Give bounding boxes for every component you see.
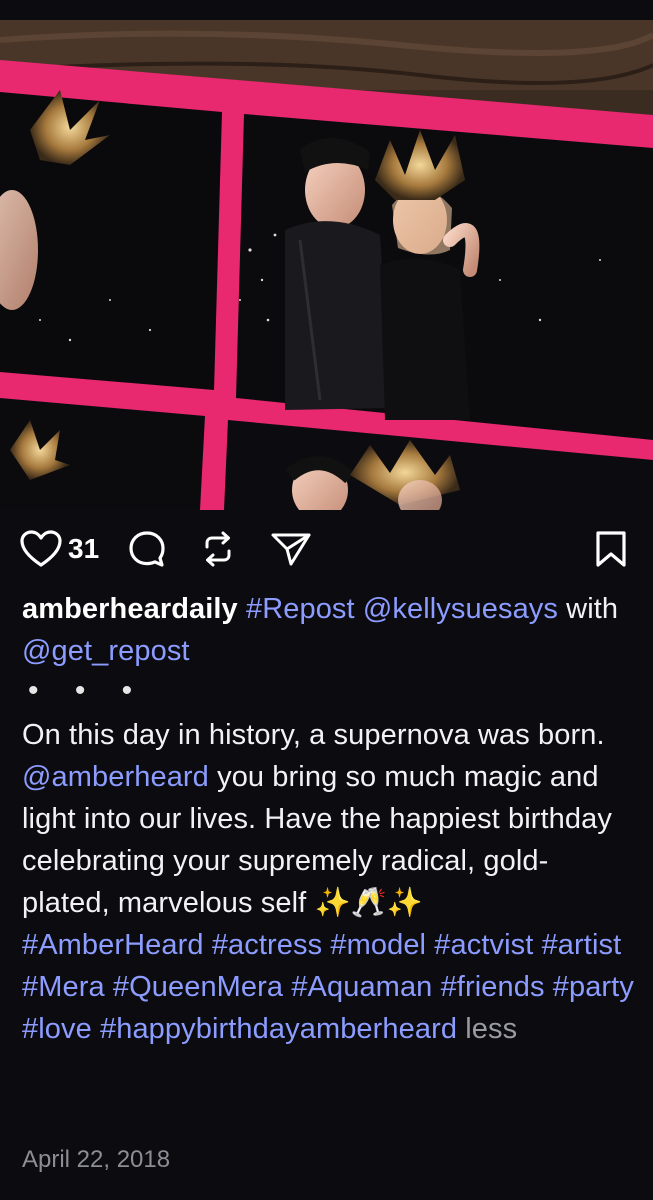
hashtag-link[interactable]: #artist xyxy=(542,929,622,961)
post-date: April 22, 2018 xyxy=(22,1146,171,1173)
status-bar-strip xyxy=(0,0,653,20)
hashtag-link[interactable]: #actvist xyxy=(434,929,533,961)
share-button[interactable] xyxy=(270,522,312,576)
photobooth-strip-illustration xyxy=(0,20,653,510)
heart-icon xyxy=(20,530,62,567)
hashtag-link[interactable]: #QueenMera xyxy=(113,971,283,1003)
comment-button[interactable] xyxy=(128,522,166,576)
hashtag-link[interactable]: #party xyxy=(553,971,634,1003)
hashtag-repost[interactable]: #Repost xyxy=(246,593,355,625)
save-button[interactable] xyxy=(594,522,628,576)
repost-arrows-icon xyxy=(205,531,231,567)
hashtag-link[interactable]: #happybirthdayamberheard xyxy=(100,1013,457,1045)
like-button[interactable]: 31 xyxy=(20,522,99,576)
caption-body: On this day in history, a supernova was … xyxy=(22,714,634,924)
author-username[interactable]: amberheardaily xyxy=(22,593,238,625)
caption-body-part1: On this day in history, a supernova was … xyxy=(22,719,605,751)
hashtag-link[interactable]: #love xyxy=(22,1013,92,1045)
caption-hashtags: #AmberHeard #actress #model #actvist #ar… xyxy=(22,929,634,1045)
bookmark-icon xyxy=(596,531,626,567)
less-toggle[interactable]: less xyxy=(465,1013,517,1045)
send-paper-plane-icon xyxy=(271,533,311,566)
hashtag-link[interactable]: #AmberHeard xyxy=(22,929,204,961)
mention-kellysuesays[interactable]: @kellysuesays xyxy=(363,593,558,625)
mention-get-repost[interactable]: @get_repost xyxy=(22,635,190,667)
like-count: 31 xyxy=(68,533,100,564)
mention-amberheard[interactable]: @amberheard xyxy=(22,761,209,793)
comment-bubble-icon xyxy=(129,531,165,567)
hashtag-link[interactable]: #model xyxy=(330,929,426,961)
post-caption: amberheardaily #Repost @kellysuesays wit… xyxy=(22,588,634,1050)
caption-with-text: with xyxy=(566,593,619,625)
hashtag-link[interactable]: #Mera xyxy=(22,971,105,1003)
hashtag-link[interactable]: #Aquaman xyxy=(291,971,432,1003)
repost-button[interactable] xyxy=(200,522,236,576)
hashtag-link[interactable]: #actress xyxy=(212,929,322,961)
hashtag-link[interactable]: #friends xyxy=(441,971,545,1003)
post-actions-bar: 31 xyxy=(0,522,653,576)
caption-separator-dots: • • • xyxy=(28,674,147,707)
post-photo[interactable] xyxy=(0,20,653,510)
